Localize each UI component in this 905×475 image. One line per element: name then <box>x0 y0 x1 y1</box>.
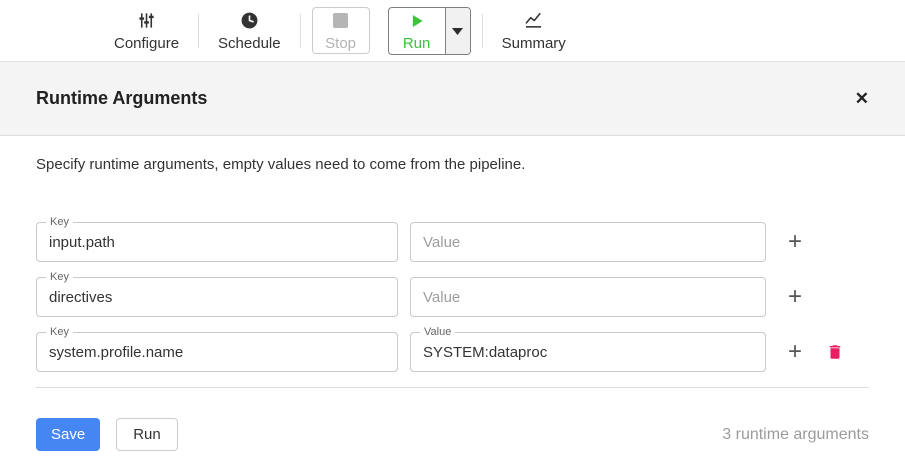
clock-icon <box>240 10 259 32</box>
configure-label: Configure <box>114 35 179 52</box>
value-field: Value <box>410 332 766 372</box>
value-field-label: Value <box>420 326 455 338</box>
trash-icon <box>826 343 844 361</box>
panel-header: Runtime Arguments ✕ <box>0 61 905 136</box>
toolbar-divider <box>482 14 483 48</box>
close-icon[interactable]: ✕ <box>855 90 869 107</box>
value-input[interactable] <box>411 223 765 261</box>
panel-body: Specify runtime arguments, empty values … <box>0 136 905 475</box>
run-label: Run <box>403 35 431 52</box>
pipeline-toolbar: Configure Schedule Stop <box>0 0 905 61</box>
stop-label: Stop <box>325 35 356 52</box>
delete-argument-button[interactable] <box>826 343 844 361</box>
run-button[interactable]: Run <box>389 8 445 54</box>
key-field-label: Key <box>46 326 73 338</box>
value-input[interactable] <box>411 278 765 316</box>
runtime-arguments-window: Configure Schedule Stop <box>0 0 905 475</box>
value-field <box>410 277 766 317</box>
configure-button[interactable]: Configure <box>97 10 196 52</box>
summary-button[interactable]: Summary <box>485 10 583 52</box>
key-field: Key <box>36 332 398 372</box>
footer-divider <box>36 387 869 388</box>
page-title: Runtime Arguments <box>36 88 207 109</box>
run-dropdown-button[interactable] <box>445 8 470 54</box>
add-argument-button[interactable]: + <box>788 285 802 309</box>
sliders-icon <box>137 10 156 32</box>
key-field: Key <box>36 222 398 262</box>
argument-row-1: Key + <box>36 277 869 317</box>
key-field-label: Key <box>46 271 73 283</box>
chevron-down-icon <box>452 22 463 40</box>
value-field <box>410 222 766 262</box>
stop-square-icon <box>333 10 348 32</box>
runtime-arguments-count: 3 runtime arguments <box>722 426 869 444</box>
add-argument-button[interactable]: + <box>788 340 802 364</box>
argument-row-0: Key + <box>36 222 869 262</box>
value-input[interactable] <box>411 333 765 371</box>
argument-row-2: Key Value + <box>36 332 869 372</box>
stop-button[interactable]: Stop <box>312 7 370 54</box>
schedule-button[interactable]: Schedule <box>201 10 298 52</box>
add-argument-button[interactable]: + <box>788 230 802 254</box>
play-icon <box>408 10 426 32</box>
summary-label: Summary <box>502 35 566 52</box>
description-text: Specify runtime arguments, empty values … <box>36 156 869 173</box>
key-field: Key <box>36 277 398 317</box>
key-field-label: Key <box>46 216 73 228</box>
schedule-label: Schedule <box>218 35 281 52</box>
toolbar-divider <box>198 14 199 48</box>
key-input[interactable] <box>37 278 397 316</box>
panel-footer: Save Run 3 runtime arguments <box>36 418 869 451</box>
run-secondary-button[interactable]: Run <box>116 418 178 451</box>
line-chart-icon <box>523 10 544 32</box>
argument-rows: Key + Key + <box>36 222 869 372</box>
toolbar-divider <box>300 14 301 48</box>
save-button[interactable]: Save <box>36 418 100 451</box>
key-input[interactable] <box>37 223 397 261</box>
key-input[interactable] <box>37 333 397 371</box>
run-button-group: Run <box>388 7 471 55</box>
